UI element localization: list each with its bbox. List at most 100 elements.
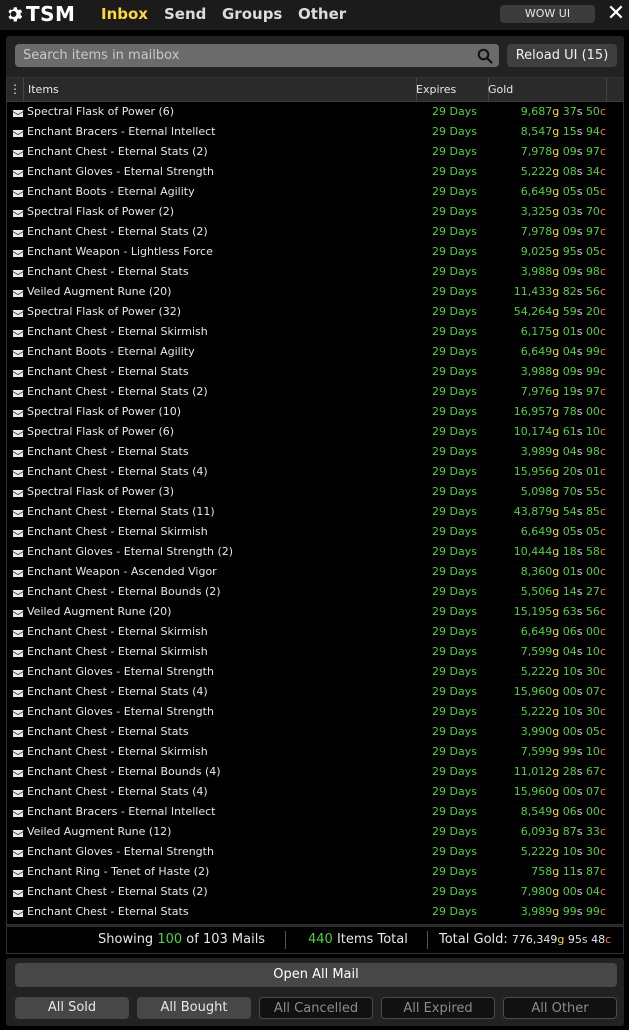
table-row[interactable]: Enchant Boots - Eternal Agility 29 Days 6,… <box>7 342 623 362</box>
open-all-mail-button[interactable]: Open All Mail <box>15 963 617 987</box>
table-row[interactable]: Enchant Chest - Eternal Stats 29 Days 3,99… <box>7 722 623 742</box>
showing-suffix: of 103 Mails <box>186 932 266 947</box>
expires-value: 29 Days <box>432 125 477 138</box>
expires-value: 29 Days <box>432 805 477 818</box>
mail-icon <box>13 608 23 617</box>
table-row[interactable]: Enchant Chest - Eternal Stats (2) 29 Days… <box>7 382 623 402</box>
search-icon[interactable] <box>477 48 493 64</box>
tab-groups[interactable]: Groups <box>222 5 282 23</box>
item-name: Veiled Augment Rune (20) <box>27 605 172 618</box>
table-row[interactable]: Spectral Flask of Power (6) 29 Days 9,687g… <box>7 102 623 122</box>
tab-send[interactable]: Send <box>164 5 206 23</box>
table-row[interactable]: Enchant Chest - Eternal Skirmish 29 Days 7… <box>7 642 623 662</box>
all-other-button[interactable]: All Other <box>503 997 617 1019</box>
table-row[interactable]: Spectral Flask of Power (32) 29 Days 54,26… <box>7 302 623 322</box>
table-row[interactable]: Veiled Augment Rune (20) 29 Days 11,433g 8… <box>7 282 623 302</box>
item-name: Enchant Chest - Eternal Bounds (2) <box>27 585 221 598</box>
expires-value: 29 Days <box>432 185 477 198</box>
all-sold-button[interactable]: All Sold <box>15 997 129 1019</box>
close-icon[interactable]: ✕ <box>606 2 626 26</box>
table-row[interactable]: Enchant Gloves - Eternal Strength (2) 29 … <box>7 542 623 562</box>
showing-count: 100 <box>157 932 183 947</box>
table-row[interactable]: Enchant Chest - Eternal Skirmish 29 Days 6… <box>7 622 623 642</box>
tab-other[interactable]: Other <box>298 5 346 23</box>
table-row[interactable]: Enchant Bracers - Eternal Intellect 29 Da… <box>7 122 623 142</box>
table-row[interactable]: Enchant Chest - Eternal Stats 29 Days 3,98… <box>7 262 623 282</box>
mail-icon <box>13 868 23 877</box>
expires-value: 29 Days <box>432 265 477 278</box>
gold-value: 6,649g 04s 99c <box>520 345 606 358</box>
search-input[interactable] <box>15 44 473 67</box>
table-row[interactable]: Enchant Gloves - Eternal Strength 29 Days… <box>7 702 623 722</box>
tsm-logo: TSM <box>6 2 75 26</box>
column-items[interactable]: Items <box>24 78 417 101</box>
expires-value: 29 Days <box>432 365 477 378</box>
table-row[interactable]: Enchant Ring - Tenet of Haste (2) 29 Days… <box>7 862 623 882</box>
expires-value: 29 Days <box>432 825 477 838</box>
table-row[interactable]: Enchant Gloves - Eternal Strength 29 Days… <box>7 662 623 682</box>
table-row[interactable]: Enchant Gloves - Eternal Strength 29 Days… <box>7 162 623 182</box>
gold-value: 11,433g 82s 56c <box>513 285 606 298</box>
table-row[interactable]: Enchant Weapon - Ascended Vigor 29 Days 8,… <box>7 562 623 582</box>
item-name: Spectral Flask of Power (3) <box>27 485 175 498</box>
table-row[interactable]: Enchant Weapon - Lightless Force 29 Days 9… <box>7 242 623 262</box>
expires-value: 29 Days <box>432 785 477 798</box>
all-expired-button[interactable]: All Expired <box>381 997 495 1019</box>
table-row[interactable]: Enchant Chest - Eternal Stats (4) 29 Days… <box>7 462 623 482</box>
expires-value: 29 Days <box>432 305 477 318</box>
item-name: Enchant Chest - Eternal Stats (11) <box>27 505 215 518</box>
mail-icon <box>13 828 23 837</box>
gold-value: 5,222g 10s 30c <box>520 665 606 678</box>
table-row[interactable]: Enchant Chest - Eternal Stats (4) 29 Days… <box>7 682 623 702</box>
all-bought-button[interactable]: All Bought <box>137 997 251 1019</box>
table-row[interactable]: Enchant Chest - Eternal Bounds (4) 29 Day… <box>7 762 623 782</box>
item-name: Enchant Chest - Eternal Stats <box>27 725 189 738</box>
table-row[interactable]: Enchant Chest - Eternal Stats 29 Days 3,98… <box>7 902 623 922</box>
reload-ui-button[interactable]: Reload UI (15) <box>507 44 617 67</box>
table-row[interactable]: Enchant Chest - Eternal Stats (11) 29 Day… <box>7 502 623 522</box>
column-expires[interactable]: Expires <box>412 78 489 101</box>
mail-icon <box>13 888 23 897</box>
item-name: Enchant Gloves - Eternal Strength <box>27 705 214 718</box>
mail-icon <box>13 268 23 277</box>
table-row[interactable]: Enchant Chest - Eternal Skirmish 29 Days 6… <box>7 522 623 542</box>
table-row[interactable]: Enchant Chest - Eternal Skirmish 29 Days 7… <box>7 742 623 762</box>
column-gold[interactable]: Gold <box>484 78 607 101</box>
all-cancelled-button[interactable]: All Cancelled <box>259 997 373 1019</box>
table-row[interactable]: Enchant Chest - Eternal Stats 29 Days 3,98… <box>7 442 623 462</box>
table-row[interactable]: Enchant Chest - Eternal Stats (2) 29 Days… <box>7 222 623 242</box>
gold-value: 8,549g 06s 00c <box>520 805 606 818</box>
mail-icon <box>13 188 23 197</box>
gold-value: 3,990g 00s 05c <box>520 725 606 738</box>
table-row[interactable]: Enchant Chest - Eternal Stats (2) 29 Days… <box>7 142 623 162</box>
expires-value: 29 Days <box>432 545 477 558</box>
table-row[interactable]: Spectral Flask of Power (2) 29 Days 3,325g… <box>7 202 623 222</box>
table-row[interactable]: Enchant Chest - Eternal Skirmish 29 Days 6… <box>7 322 623 342</box>
table-row[interactable]: Enchant Gloves - Eternal Strength 29 Days… <box>7 842 623 862</box>
expires-value: 29 Days <box>432 105 477 118</box>
item-name: Spectral Flask of Power (2) <box>27 205 175 218</box>
gear-icon <box>8 7 23 22</box>
table-row[interactable]: Enchant Boots - Eternal Agility 29 Days 6,… <box>7 182 623 202</box>
table-row[interactable]: Enchant Bracers - Eternal Intellect 29 Da… <box>7 802 623 822</box>
table-row[interactable]: Enchant Chest - Eternal Stats (4) 29 Days… <box>7 782 623 802</box>
table-row[interactable]: Veiled Augment Rune (12) 29 Days 6,093g 87… <box>7 822 623 842</box>
expires-value: 29 Days <box>432 665 477 678</box>
tab-inbox[interactable]: Inbox <box>101 5 148 23</box>
table-row[interactable]: Spectral Flask of Power (10) 29 Days 16,95… <box>7 402 623 422</box>
table-row[interactable]: Enchant Chest - Eternal Stats (2) 29 Days… <box>7 882 623 902</box>
column-menu-icon[interactable]: ⋮ <box>7 78 24 101</box>
mail-table: ⋮ Items Expires Gold Spectral Flask of P… <box>6 77 624 925</box>
table-row[interactable]: Spectral Flask of Power (3) 29 Days 5,098g… <box>7 482 623 502</box>
table-row[interactable]: Enchant Chest - Eternal Stats 29 Days 3,98… <box>7 362 623 382</box>
table-row[interactable]: Veiled Augment Rune (20) 29 Days 15,195g 6… <box>7 602 623 622</box>
mail-icon <box>13 408 23 417</box>
table-row[interactable]: Spectral Flask of Power (6) 29 Days 10,174… <box>7 422 623 442</box>
item-name: Spectral Flask of Power (6) <box>27 105 175 118</box>
gold-value: 7,978g 09s 97c <box>520 225 606 238</box>
table-row[interactable]: Enchant Chest - Eternal Bounds (2) 29 Day… <box>7 582 623 602</box>
item-name: Enchant Chest - Eternal Skirmish <box>27 525 208 538</box>
item-name: Spectral Flask of Power (10) <box>27 405 182 418</box>
divider <box>285 931 286 949</box>
wow-ui-button[interactable]: WOW UI <box>500 5 595 23</box>
